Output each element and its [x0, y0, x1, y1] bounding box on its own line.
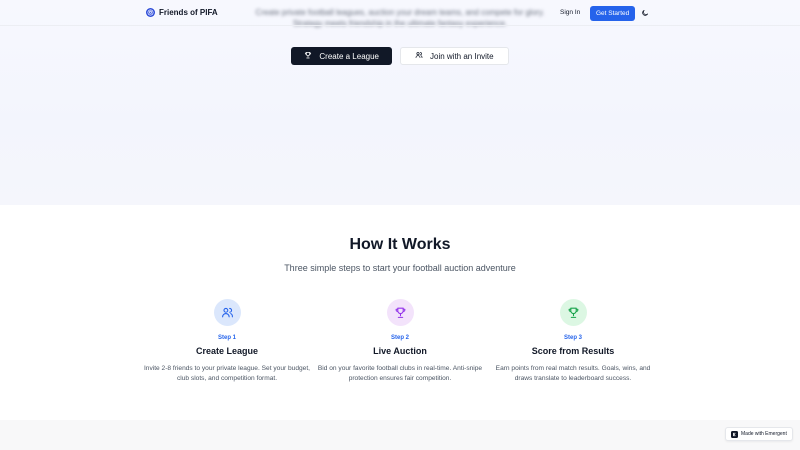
- emergent-logo-icon: [731, 430, 738, 438]
- how-it-works-section: How It Works Three simple steps to start…: [0, 205, 800, 420]
- step-description: Invite 2-8 friends to your private leagu…: [143, 365, 311, 382]
- section-subtitle: Three simple steps to start your footbal…: [284, 263, 516, 273]
- hero-section: Create private football leagues, auction…: [0, 0, 800, 205]
- step-title: Score from Results: [531, 346, 615, 356]
- moon-icon[interactable]: [640, 8, 650, 18]
- brand-name: Friends of PIFA: [159, 8, 218, 17]
- users-icon: [213, 299, 241, 326]
- join-invite-label: Join with an Invite: [430, 51, 494, 61]
- made-with-badge[interactable]: Made with Emergent: [725, 427, 793, 441]
- section-title: How It Works: [349, 236, 451, 253]
- step-description: Earn points from real match results. Goa…: [495, 365, 651, 382]
- trophy-icon: [559, 299, 587, 326]
- step-card-2: Step 2 Live Auction Bid on your favorite…: [315, 299, 485, 384]
- step-number: Step 3: [563, 335, 582, 341]
- sign-in-link[interactable]: Sign In: [560, 9, 580, 16]
- made-with-label: Made with Emergent: [741, 431, 787, 437]
- ball-icon: [146, 8, 155, 17]
- create-league-button[interactable]: Create a League: [291, 47, 392, 65]
- hero-actions: Create a League Join with an Invite: [0, 47, 800, 65]
- get-started-button[interactable]: Get Started: [590, 6, 636, 21]
- step-title: Live Auction: [373, 346, 427, 356]
- join-invite-button[interactable]: Join with an Invite: [400, 47, 509, 65]
- step-number: Step 1: [217, 335, 236, 341]
- brand-link[interactable]: Friends of PIFA: [146, 8, 218, 17]
- trophy-icon: [386, 299, 414, 326]
- step-number: Step 2: [390, 335, 409, 341]
- trophy-icon: [304, 51, 312, 61]
- step-title: Create League: [195, 346, 259, 356]
- step-card-3: Step 3 Score from Results Earn points fr…: [488, 299, 658, 384]
- footer-band: [0, 420, 800, 450]
- step-card-1: Step 1 Create League Invite 2-8 friends …: [142, 299, 312, 384]
- top-nav: Friends of PIFA Sign In Get Started: [0, 0, 800, 26]
- step-description: Bid on your favorite football clubs in r…: [317, 365, 483, 382]
- users-icon: [415, 51, 423, 61]
- landing-page: Create private football leagues, auction…: [0, 0, 800, 450]
- create-league-label: Create a League: [319, 51, 379, 61]
